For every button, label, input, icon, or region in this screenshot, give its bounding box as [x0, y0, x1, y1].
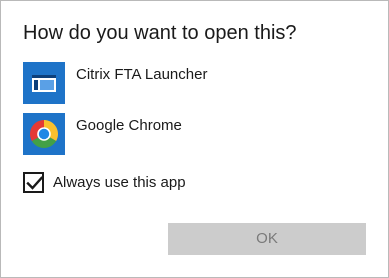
- checkmark-icon: [26, 176, 44, 190]
- always-use-app-checkbox[interactable]: [23, 172, 44, 193]
- app-item-google-chrome[interactable]: Google Chrome: [23, 113, 363, 155]
- open-with-dialog: How do you want to open this? Citrix FTA…: [0, 0, 389, 278]
- always-use-app-row[interactable]: Always use this app: [23, 172, 186, 193]
- google-chrome-icon: [23, 113, 65, 155]
- dialog-title: How do you want to open this?: [23, 22, 297, 44]
- app-item-citrix-fta-launcher[interactable]: Citrix FTA Launcher: [23, 62, 363, 104]
- app-label-citrix: Citrix FTA Launcher: [76, 66, 208, 83]
- citrix-fta-launcher-icon: [23, 62, 65, 104]
- always-use-app-label: Always use this app: [53, 174, 186, 191]
- ok-button[interactable]: OK: [168, 223, 366, 255]
- app-label-chrome: Google Chrome: [76, 117, 182, 134]
- app-list: Citrix FTA Launcher Google Chrome: [23, 62, 363, 164]
